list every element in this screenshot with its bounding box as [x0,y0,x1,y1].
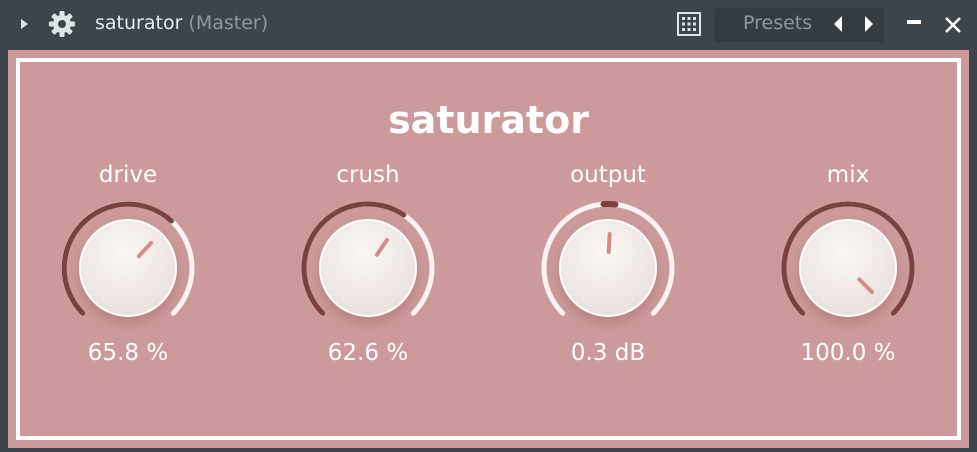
crush-knob[interactable] [288,190,448,350]
presets-label[interactable]: Presets [743,12,812,34]
window-title: saturator (Master) [95,12,268,34]
crush-face [319,219,417,317]
output-value: 0.3 dB [570,340,646,366]
window-subtitle: (Master) [188,12,269,34]
output-label: output [570,162,646,188]
chevron-left-icon[interactable] [829,12,847,36]
drive-label: drive [98,162,158,188]
chevron-right-icon[interactable] [860,12,878,36]
drive-knob[interactable] [48,190,208,350]
close-icon[interactable] [940,12,966,38]
mix-face [799,219,897,317]
window-title-text: saturator [95,12,183,34]
mix-knob[interactable] [768,190,928,350]
expand-arrow-icon[interactable] [14,14,34,34]
grid-icon[interactable] [676,11,702,37]
plugin-title: saturator [388,98,589,142]
mix-value: 100.0 % [800,340,896,366]
mix-label: mix [826,162,870,188]
crush-value: 62.6 % [327,340,409,366]
gear-icon[interactable] [46,8,78,40]
drive-value: 65.8 % [87,340,169,366]
minimize-icon[interactable] [902,12,926,32]
output-knob[interactable] [528,190,688,350]
title-bar: saturator (Master) Presets [0,0,977,48]
crush-label: crush [336,162,400,188]
drive-face [79,219,177,317]
output-indicator [606,232,612,255]
